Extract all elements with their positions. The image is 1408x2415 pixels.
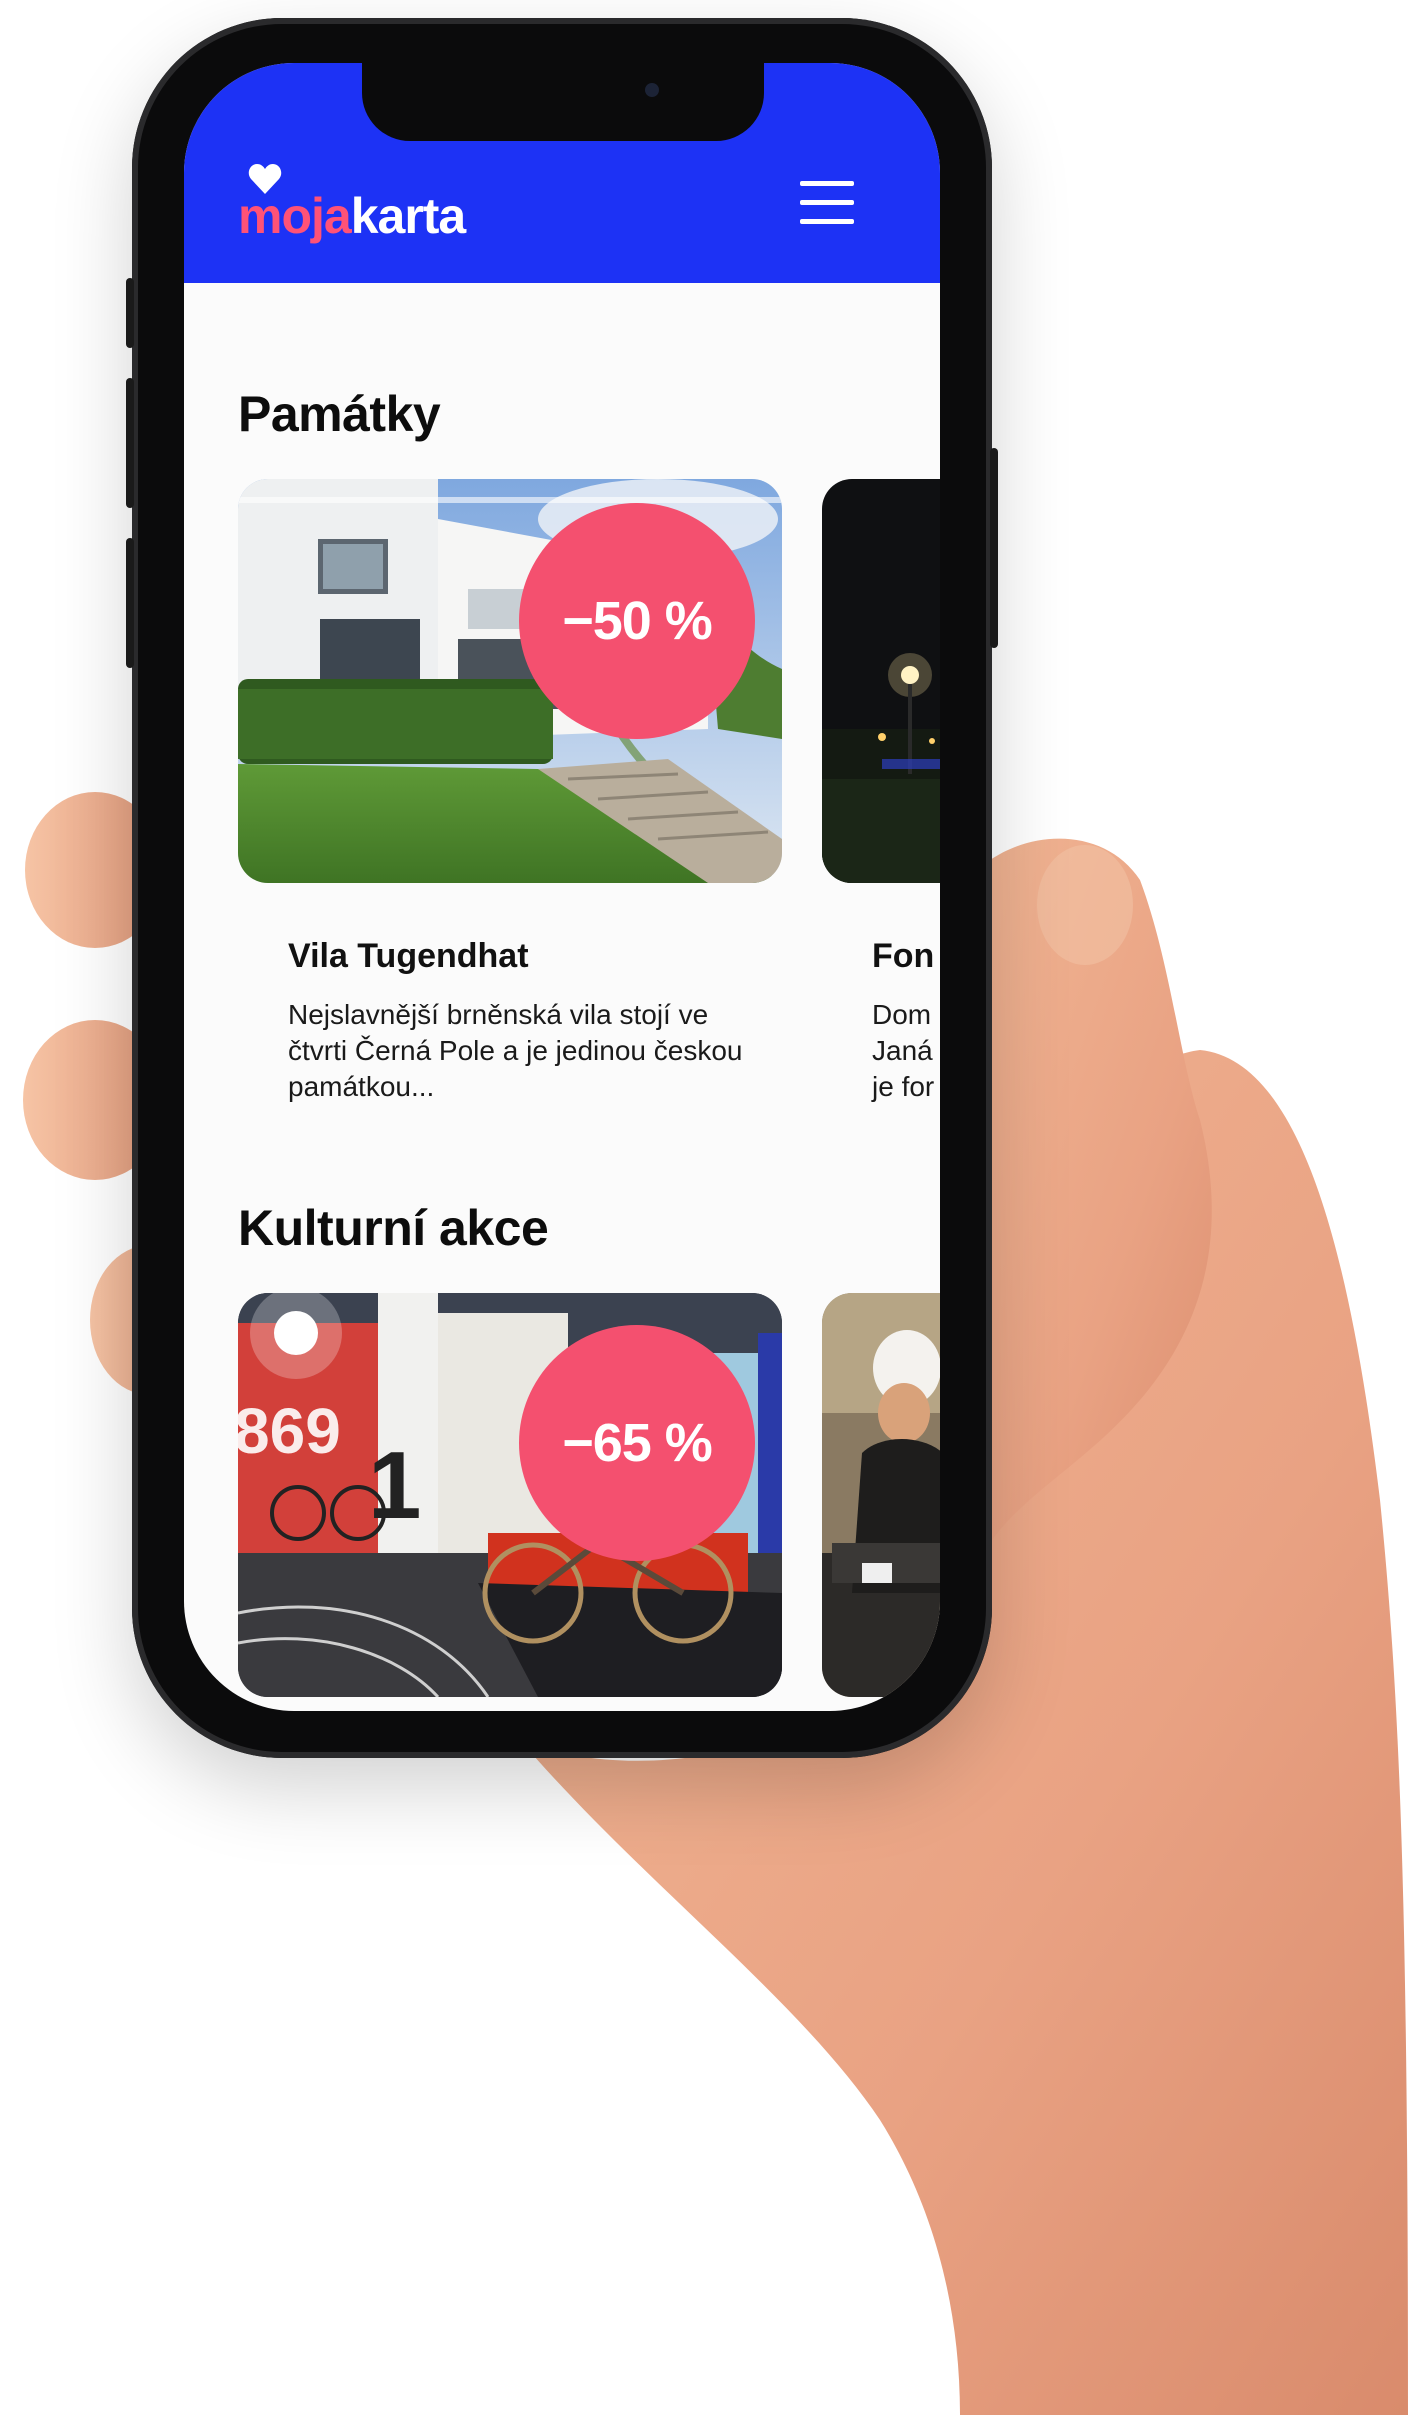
volume-up-button: [126, 378, 134, 508]
card-title-vila-tugendhat[interactable]: Vila Tugendhat: [288, 937, 529, 976]
section-title-kulturni-akce: Kulturní akce: [238, 1200, 549, 1256]
card-title-fon[interactable]: Fon: [872, 937, 934, 976]
front-camera-icon: [645, 83, 659, 97]
card-description-line: Janá: [872, 1035, 933, 1066]
card-description: Nejslavnější brněnská vila stojí ve čtvr…: [288, 999, 743, 1102]
logo-text-moja: moja: [238, 188, 352, 244]
mute-switch: [126, 278, 134, 348]
section-title-pamatky: Památky: [238, 386, 441, 442]
phone-screen: mojakarta Památky −50 % Vila Tugendhat N…: [184, 63, 940, 1711]
hamburger-menu-icon[interactable]: [800, 181, 854, 225]
logo-text-karta: karta: [350, 188, 467, 244]
logo-text: mojakarta: [238, 187, 467, 245]
discount-badge: −65 %: [519, 1325, 755, 1561]
card-image-event-peek[interactable]: [822, 1293, 940, 1697]
svg-text:1: 1: [368, 1432, 421, 1539]
card-description-line: je for: [872, 1071, 935, 1102]
card-image-fon-peek[interactable]: [822, 479, 940, 883]
night-photo: [822, 479, 940, 883]
discount-badge: −50 %: [519, 503, 755, 739]
power-button: [990, 448, 998, 648]
phone-frame: mojakarta Památky −50 % Vila Tugendhat N…: [126, 18, 998, 1758]
svg-text:869: 869: [238, 1395, 341, 1467]
costume-event-photo: [822, 1293, 940, 1697]
volume-down-button: [126, 538, 134, 668]
phone-notch: [362, 63, 764, 141]
card-description-line: Dom: [872, 999, 932, 1030]
